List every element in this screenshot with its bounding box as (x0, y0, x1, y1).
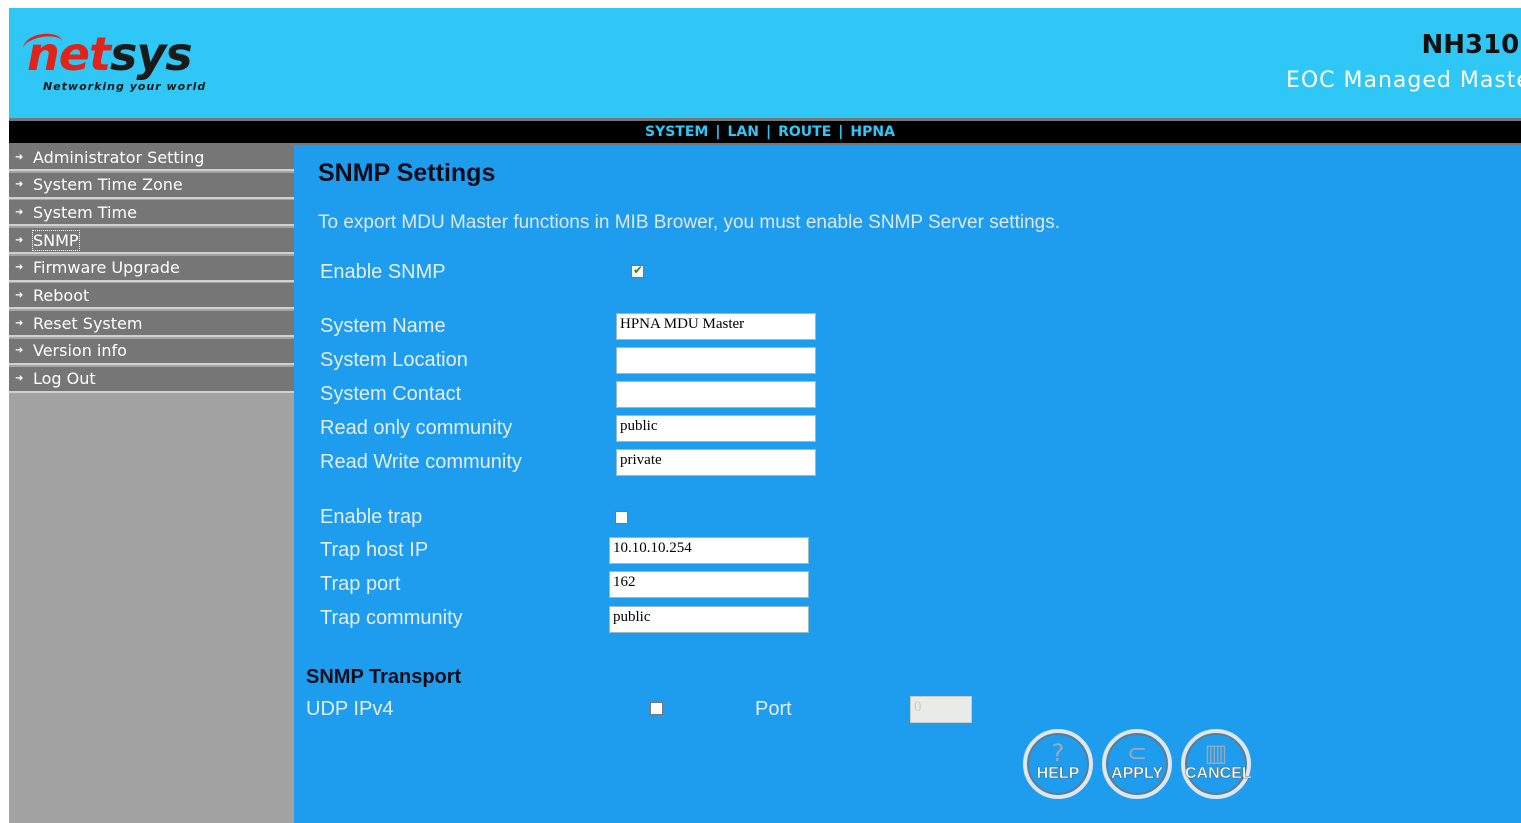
sidebar-item-label: Firmware Upgrade (33, 258, 180, 278)
trash-icon: ▥ (1204, 739, 1228, 767)
nav-separator: | (765, 124, 772, 140)
product-subtitle: EOC Managed Master (1285, 68, 1521, 93)
sidebar-item-reboot[interactable]: ➜ Reboot (9, 283, 294, 310)
trap-community-label: Trap community (320, 607, 463, 629)
arrow-right-icon: ➜ (15, 151, 24, 163)
system-name-input[interactable]: HPNA MDU Master (616, 313, 816, 340)
read-only-community-label: Read only community (320, 417, 513, 439)
question-icon: ? (1051, 739, 1065, 767)
page-title: SNMP Settings (318, 159, 496, 187)
intro-text: To export MDU Master functions in MIB Br… (318, 212, 1060, 233)
snmp-transport-title: SNMP Transport (306, 666, 462, 688)
sidebar-item-label: Reboot (33, 285, 90, 305)
checkmark-icon: ✔ (633, 263, 644, 277)
transport-port-input[interactable]: 0 (910, 696, 972, 723)
sidebar: ➜ Administrator Setting ➜ System Time Zo… (9, 145, 294, 823)
logo-sys: sys (109, 27, 193, 81)
enable-snmp-checkbox[interactable]: ✔ (631, 263, 644, 278)
system-contact-label: System Contact (320, 383, 462, 405)
sidebar-item-snmp[interactable]: ➜ SNMP (9, 228, 294, 255)
sidebar-item-label: System Time Zone (33, 175, 183, 195)
main-panel: SNMP Settings To export MDU Master funct… (294, 145, 1521, 823)
sidebar-item-label: Log Out (33, 369, 96, 388)
arrow-right-icon: ➜ (15, 179, 24, 191)
enable-trap-checkbox[interactable] (615, 511, 628, 524)
nav-separator: | (715, 124, 721, 140)
product-title: NH310H (1421, 30, 1521, 60)
arrow-right-icon: ➜ (15, 289, 24, 301)
logo-wordmark: netsys (21, 27, 206, 81)
nav-separator: | (838, 124, 844, 140)
apply-button[interactable]: ⊂ APPLY (1102, 729, 1172, 799)
top-nav-bar: SYSTEM | LAN | ROUTE | HPNA (9, 118, 1521, 145)
sidebar-item-system-time-zone[interactable]: ➜ System Time Zone (9, 172, 294, 199)
top-nav: SYSTEM | LAN | ROUTE | HPNA (645, 124, 895, 140)
sidebar-item-system-time[interactable]: ➜ System Time (9, 200, 294, 227)
trap-port-label: Trap port (320, 573, 401, 595)
logo-tagline: Networking your world (43, 80, 207, 93)
cancel-button-label: CANCEL (1185, 765, 1252, 783)
trap-community-input[interactable]: public (609, 606, 809, 633)
sidebar-item-log-out[interactable]: ➜ Log Out (9, 366, 294, 393)
enable-snmp-label: Enable SNMP (320, 261, 446, 283)
trap-host-ip-input[interactable]: 10.10.10.254 (609, 537, 809, 564)
sidebar-item-label: Version info (33, 341, 127, 361)
enable-trap-label: Enable trap (320, 506, 423, 528)
arrow-right-icon: ➜ (15, 206, 24, 218)
netsys-logo[interactable]: netsys Networking your world (21, 27, 207, 93)
help-button-label: HELP (1036, 765, 1080, 783)
system-contact-input[interactable] (616, 381, 816, 408)
sidebar-item-administrator-setting[interactable]: ➜ Administrator Setting (9, 145, 294, 171)
sidebar-item-firmware-upgrade[interactable]: ➜ Firmware Upgrade (9, 255, 294, 282)
nav-lan[interactable]: LAN (727, 124, 758, 140)
arrow-right-icon: ➜ (15, 373, 24, 384)
trap-port-input[interactable]: 162 (609, 571, 809, 598)
header-banner: netsys Networking your world NH310H EOC … (9, 8, 1521, 118)
apply-button-label: APPLY (1111, 765, 1163, 783)
sidebar-item-label: Administrator Setting (33, 147, 205, 167)
nav-system[interactable]: SYSTEM (645, 124, 708, 140)
arrow-right-icon: ➜ (15, 317, 24, 329)
system-location-label: System Location (320, 349, 468, 371)
cancel-button[interactable]: ▥ CANCEL (1181, 729, 1252, 799)
udp-ipv4-checkbox[interactable] (650, 702, 663, 715)
sidebar-item-label: System Time (33, 202, 137, 222)
system-location-input[interactable] (616, 347, 816, 374)
udp-ipv4-label: UDP IPv4 (306, 698, 394, 720)
app-frame: netsys Networking your world NH310H EOC … (9, 8, 1521, 823)
sidebar-item-reset-system[interactable]: ➜ Reset System (9, 311, 294, 338)
sidebar-item-version-info[interactable]: ➜ Version info (9, 338, 294, 365)
sidebar-item-label: Reset System (33, 313, 143, 333)
apply-icon: ⊂ (1126, 739, 1148, 767)
read-write-community-label: Read Write community (320, 451, 522, 473)
system-name-label: System Name (320, 315, 446, 337)
sidebar-item-label: SNMP (32, 229, 80, 251)
arrow-right-icon: ➜ (15, 262, 24, 274)
nav-route[interactable]: ROUTE (778, 124, 831, 140)
read-only-community-input[interactable]: public (616, 415, 816, 442)
port-label: Port (755, 698, 792, 720)
trap-host-ip-label: Trap host IP (320, 539, 429, 561)
nav-hpna[interactable]: HPNA (850, 124, 895, 140)
read-write-community-input[interactable]: private (616, 449, 816, 476)
help-button[interactable]: ? HELP (1023, 729, 1093, 799)
arrow-right-icon: ➜ (15, 345, 24, 357)
arrow-right-icon: ➜ (15, 234, 24, 246)
